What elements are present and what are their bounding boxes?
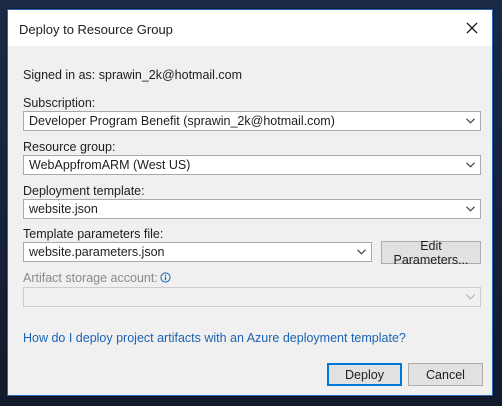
title-bar[interactable]: Deploy to Resource Group xyxy=(8,10,492,46)
subscription-value: Developer Program Benefit (sprawin_2k@ho… xyxy=(29,114,335,128)
signed-in-label: Signed in as: sprawin_2k@hotmail.com xyxy=(23,68,243,82)
deployment-template-dropdown[interactable]: website.json xyxy=(23,199,481,219)
deployment-template-label: Deployment template: xyxy=(23,184,145,198)
info-icon[interactable] xyxy=(160,272,171,283)
chevron-down-icon xyxy=(466,162,475,168)
template-parameters-value: website.parameters.json xyxy=(29,245,165,259)
artifact-storage-dropdown xyxy=(23,287,481,307)
chevron-down-icon xyxy=(466,294,475,300)
resource-group-dropdown[interactable]: WebAppfromARM (West US) xyxy=(23,155,481,175)
help-link[interactable]: How do I deploy project artifacts with a… xyxy=(23,331,406,345)
artifact-storage-label: Artifact storage account: xyxy=(23,271,158,285)
subscription-label: Subscription: xyxy=(23,96,96,110)
close-icon xyxy=(466,22,478,34)
dialog-title: Deploy to Resource Group xyxy=(19,22,173,37)
resource-group-label: Resource group: xyxy=(23,140,116,154)
deploy-dialog: Deploy to Resource Group Signed in as: s… xyxy=(7,9,493,396)
deployment-template-value: website.json xyxy=(29,202,98,216)
deploy-button[interactable]: Deploy xyxy=(327,363,402,386)
edit-parameters-button[interactable]: Edit Parameters... xyxy=(381,239,481,267)
chevron-down-icon xyxy=(466,118,475,124)
template-parameters-label: Template parameters file: xyxy=(23,227,164,241)
close-button[interactable] xyxy=(452,10,492,46)
cancel-button[interactable]: Cancel xyxy=(408,363,483,386)
resource-group-value: WebAppfromARM (West US) xyxy=(29,158,191,172)
chevron-down-icon xyxy=(357,249,366,255)
subscription-dropdown[interactable]: Developer Program Benefit (sprawin_2k@ho… xyxy=(23,111,481,131)
chevron-down-icon xyxy=(466,206,475,212)
template-parameters-dropdown[interactable]: website.parameters.json xyxy=(23,242,372,262)
